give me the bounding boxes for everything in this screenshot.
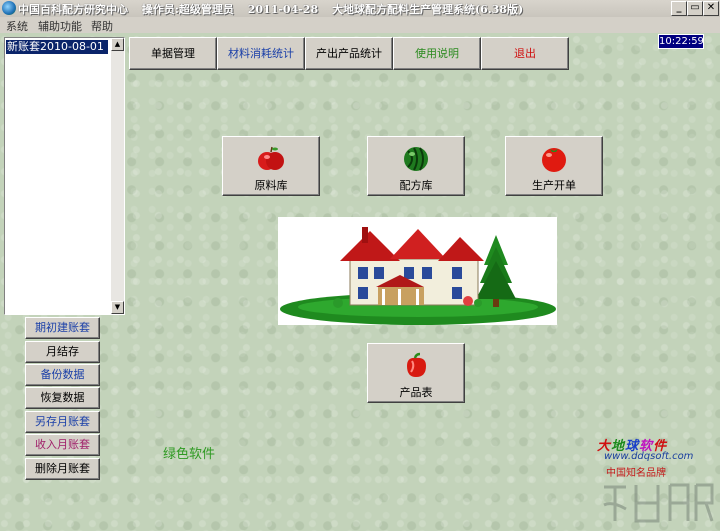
menu-help[interactable]: 帮助: [91, 18, 113, 34]
account-list[interactable]: 新账套2010-08-01 ▲ ▼: [4, 37, 125, 315]
main-area: 新账套2010-08-01 ▲ ▼ 期初建账套 月结存 备份数据 恢复数据 另存…: [0, 33, 720, 531]
brand-url: www.ddqsoft.com: [604, 451, 694, 462]
material-stats-button[interactable]: 材料消耗统计: [217, 37, 305, 70]
restore-data-button[interactable]: 恢复数据: [25, 387, 100, 409]
raw-material-label: 原料库: [254, 179, 288, 192]
production-order-label: 生产开单: [532, 179, 576, 192]
init-account-button[interactable]: 期初建账套: [25, 317, 100, 339]
scroll-down-icon[interactable]: ▼: [111, 301, 124, 314]
month-close-button[interactable]: 月结存: [25, 341, 100, 363]
account-list-item[interactable]: 新账套2010-08-01: [6, 40, 108, 54]
watermelon-icon: [404, 147, 428, 171]
product-table-label: 产品表: [399, 386, 433, 399]
minimize-button[interactable]: _: [671, 1, 687, 16]
apple-icon: [258, 146, 284, 170]
pepper-icon: [407, 352, 426, 377]
product-table-button[interactable]: 产品表: [367, 343, 465, 403]
menu-system[interactable]: 系统: [6, 18, 28, 34]
backup-button[interactable]: 备份数据: [25, 364, 100, 386]
house-picture: [278, 217, 557, 325]
menu-tools[interactable]: 辅助功能: [38, 18, 82, 34]
menu-bar: 系统 辅助功能 帮助: [0, 17, 720, 33]
clock: 10:22:59: [658, 34, 704, 49]
title-app: 大地球配方配料生产管理系统(6.38版): [331, 3, 524, 16]
green-software-text: 绿色软件: [163, 447, 216, 462]
title-bar: 中国百科配方研究中心 操作员:超级管理员 2011-04-28 大地球配方配料生…: [0, 0, 720, 18]
save-month-account-button[interactable]: 另存月账套: [25, 411, 100, 433]
formula-library-label: 配方库: [399, 179, 433, 192]
globe-icon: [2, 1, 16, 15]
tomato-icon: [542, 148, 566, 172]
window-title: 中国百科配方研究中心 操作员:超级管理员 2011-04-28 大地球配方配料生…: [18, 1, 533, 17]
formula-library-button[interactable]: 配方库: [367, 136, 465, 196]
title-date: 2011-04-28: [247, 3, 319, 16]
title-org: 中国百科配方研究中心: [18, 3, 128, 16]
import-month-account-button[interactable]: 收入月账套: [25, 434, 100, 456]
exit-button[interactable]: 退出: [481, 37, 569, 70]
documents-button[interactable]: 单据管理: [129, 37, 217, 70]
scroll-up-icon[interactable]: ▲: [111, 38, 124, 51]
manual-button[interactable]: 使用说明: [393, 37, 481, 70]
house-icon: [280, 227, 556, 325]
watermark-logo-icon: [603, 483, 714, 523]
title-operator: 操作员:超级管理员: [141, 3, 234, 16]
restore-button[interactable]: ▭: [687, 1, 703, 16]
delete-month-account-button[interactable]: 删除月账套: [25, 458, 100, 480]
list-scrollbar[interactable]: ▲ ▼: [111, 38, 124, 314]
raw-material-button[interactable]: 原料库: [222, 136, 320, 196]
production-order-button[interactable]: 生产开单: [505, 136, 603, 196]
close-button[interactable]: ✕: [703, 1, 719, 16]
output-stats-button[interactable]: 产出产品统计: [305, 37, 393, 70]
